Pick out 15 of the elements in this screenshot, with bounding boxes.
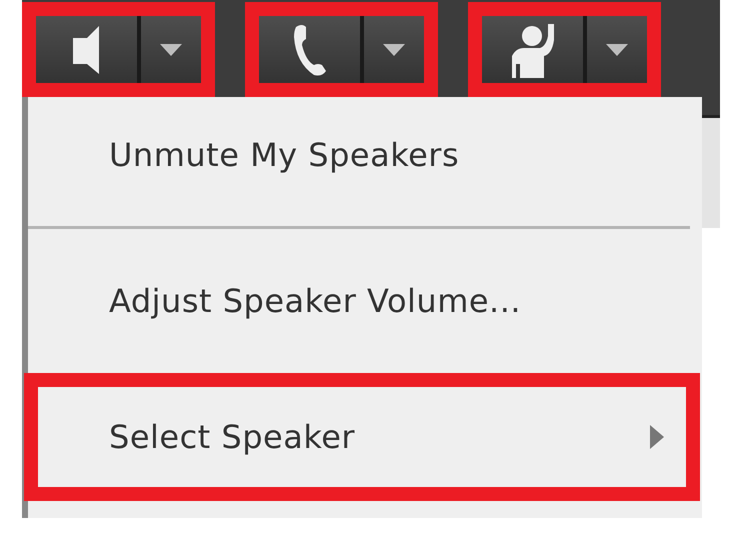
menu-item[interactable]: Adjust Speaker Volume... bbox=[24, 229, 700, 373]
menu-item[interactable]: Unmute My Speakers bbox=[24, 97, 700, 213]
menu-item[interactable]: Select Speaker bbox=[24, 373, 700, 501]
speaker-button[interactable] bbox=[36, 16, 141, 83]
dropdown-button[interactable] bbox=[587, 16, 647, 83]
dropdown-button[interactable] bbox=[364, 16, 424, 83]
raised-hand-icon bbox=[510, 22, 556, 78]
dropdown-button[interactable] bbox=[141, 16, 201, 83]
raised-hand-button[interactable] bbox=[482, 16, 587, 83]
caret-icon bbox=[160, 44, 182, 56]
caret-icon bbox=[606, 44, 628, 56]
phone-icon bbox=[292, 22, 328, 76]
caret-icon bbox=[383, 44, 405, 56]
speaker-icon bbox=[72, 26, 100, 74]
phone-button[interactable] bbox=[259, 16, 364, 83]
